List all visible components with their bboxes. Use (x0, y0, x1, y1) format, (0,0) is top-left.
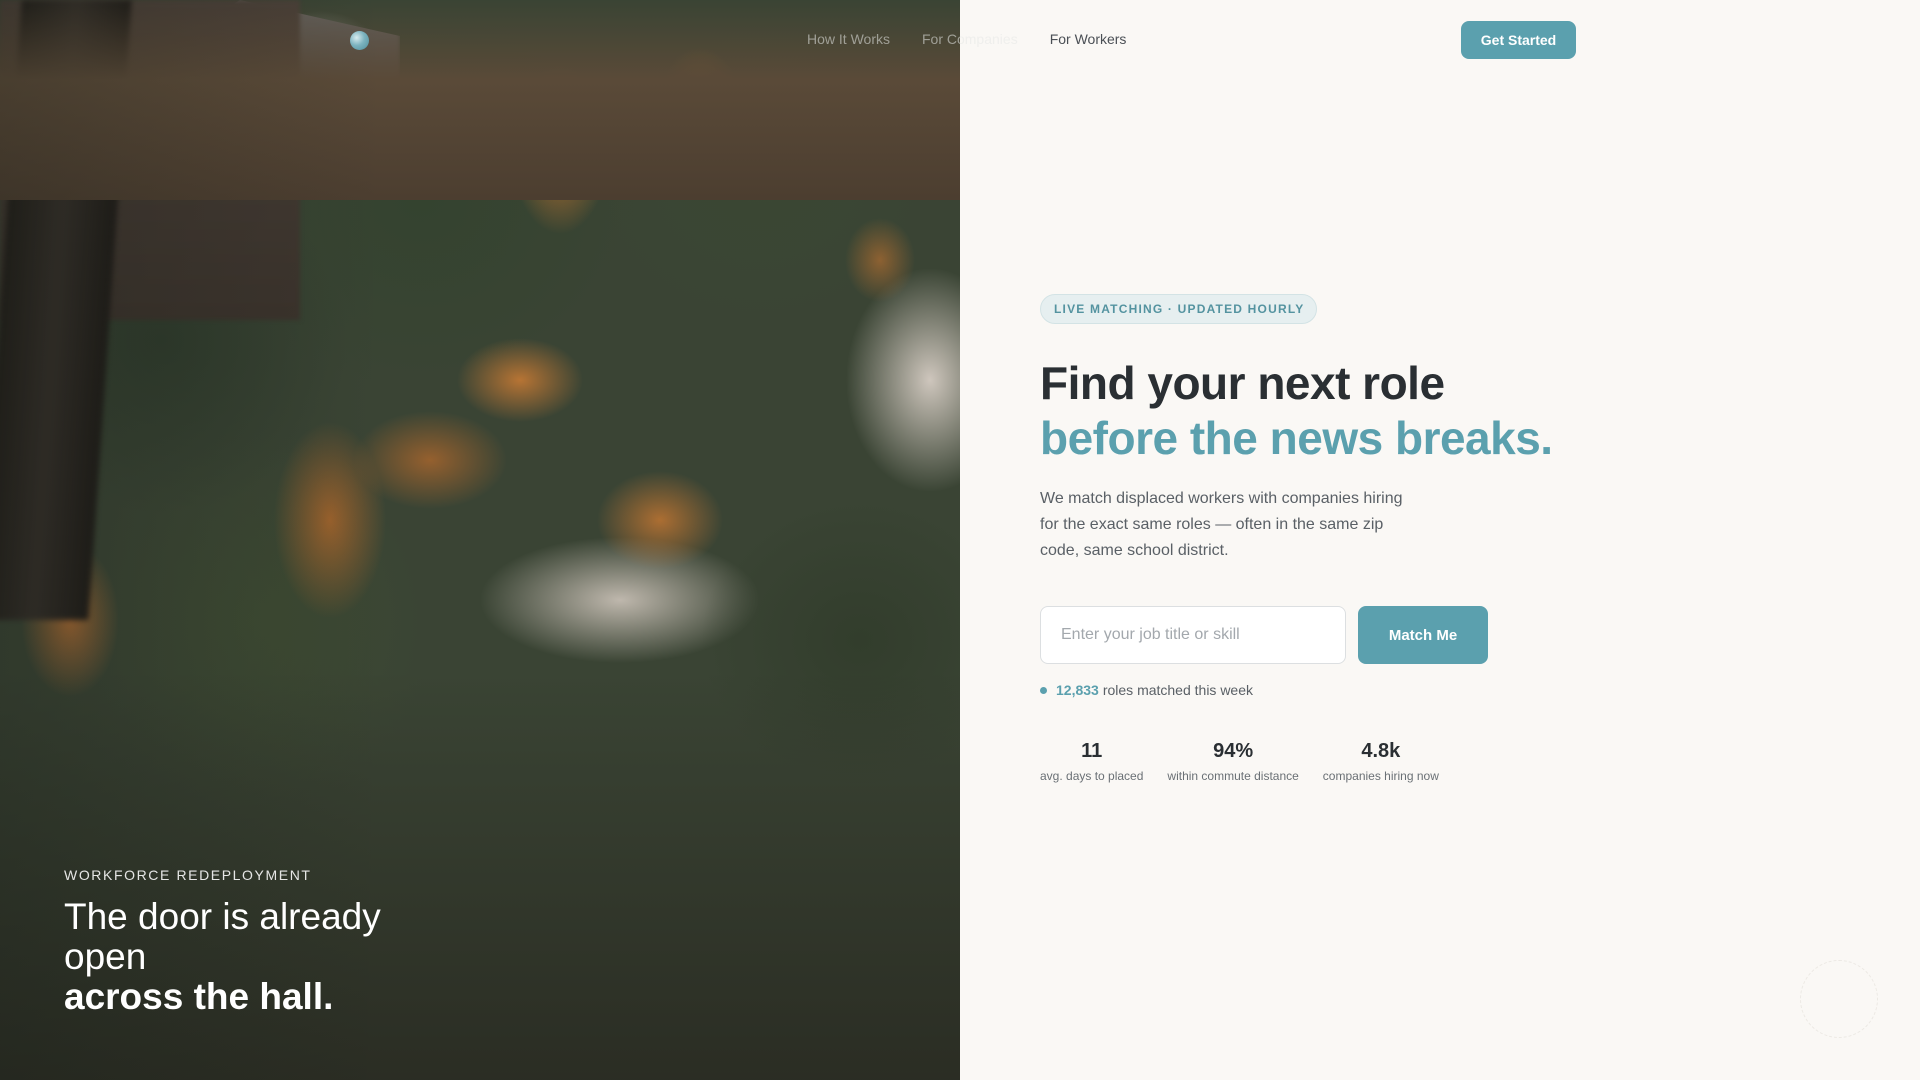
matched-label: roles matched this week (1102, 682, 1254, 698)
stat-value: 11 (1081, 740, 1103, 762)
stat-label: within commute distance (1167, 769, 1299, 783)
nav-link-for-companies[interactable]: For Companies (922, 31, 1018, 47)
main-nav: How It Works For Companies For Workers (807, 31, 1126, 47)
nav-link-how-it-works[interactable]: How It Works (807, 31, 890, 47)
logo-link[interactable] (350, 31, 379, 50)
hero-image: WORKFORCE REDEPLOYMENT The door is alrea… (0, 0, 960, 1080)
stat-value: 4.8k (1361, 740, 1401, 762)
logo-icon (350, 31, 369, 50)
decorative-ring (1800, 960, 1878, 1038)
job-title-input[interactable] (1040, 606, 1346, 664)
stat-label: avg. days to placed (1040, 769, 1144, 783)
get-started-button[interactable]: Get Started (1461, 21, 1576, 59)
live-dot-icon (1040, 686, 1047, 694)
matched-count: 12,833 (1056, 682, 1099, 698)
hero-eyebrow: WORKFORCE REDEPLOYMENT (64, 867, 312, 883)
live-matching-badge: LIVE MATCHING · UPDATED HOURLY (1040, 294, 1318, 324)
headline-line1: Find your next role (1040, 357, 1445, 409)
stat-companies-hiring: 4.8k companies hiring now (1323, 740, 1439, 783)
nav-link-for-workers[interactable]: For Workers (1050, 31, 1127, 47)
match-form: Match Me (1040, 606, 1600, 664)
stats-row: 11 avg. days to placed 94% within commut… (1040, 740, 1600, 783)
page-title: Find your next role before the news brea… (1040, 356, 1600, 466)
hero-quote: The door is already open across the hall… (64, 897, 444, 1017)
hero-subtitle: We match displaced workers with companie… (1040, 490, 1403, 559)
stat-commute-distance: 94% within commute distance (1167, 740, 1298, 783)
hero-caption: WORKFORCE REDEPLOYMENT The door is alrea… (64, 867, 444, 1017)
stat-days-to-placed: 11 avg. days to placed (1040, 740, 1143, 783)
hero-quote-line1: The door is already open (64, 896, 381, 977)
live-stats-text: 12,833 roles matched this week (1056, 682, 1253, 698)
stat-label: companies hiring now (1322, 769, 1439, 783)
hero-content: LIVE MATCHING · UPDATED HOURLY Find your… (1040, 294, 1600, 783)
headline-line2: before the news breaks. (1040, 412, 1553, 464)
stat-value: 94% (1213, 740, 1254, 762)
live-stats-line: 12,833 roles matched this week (1040, 682, 1600, 698)
match-me-button[interactable]: Match Me (1358, 606, 1488, 664)
hero-quote-line2: across the hall. (64, 976, 334, 1017)
